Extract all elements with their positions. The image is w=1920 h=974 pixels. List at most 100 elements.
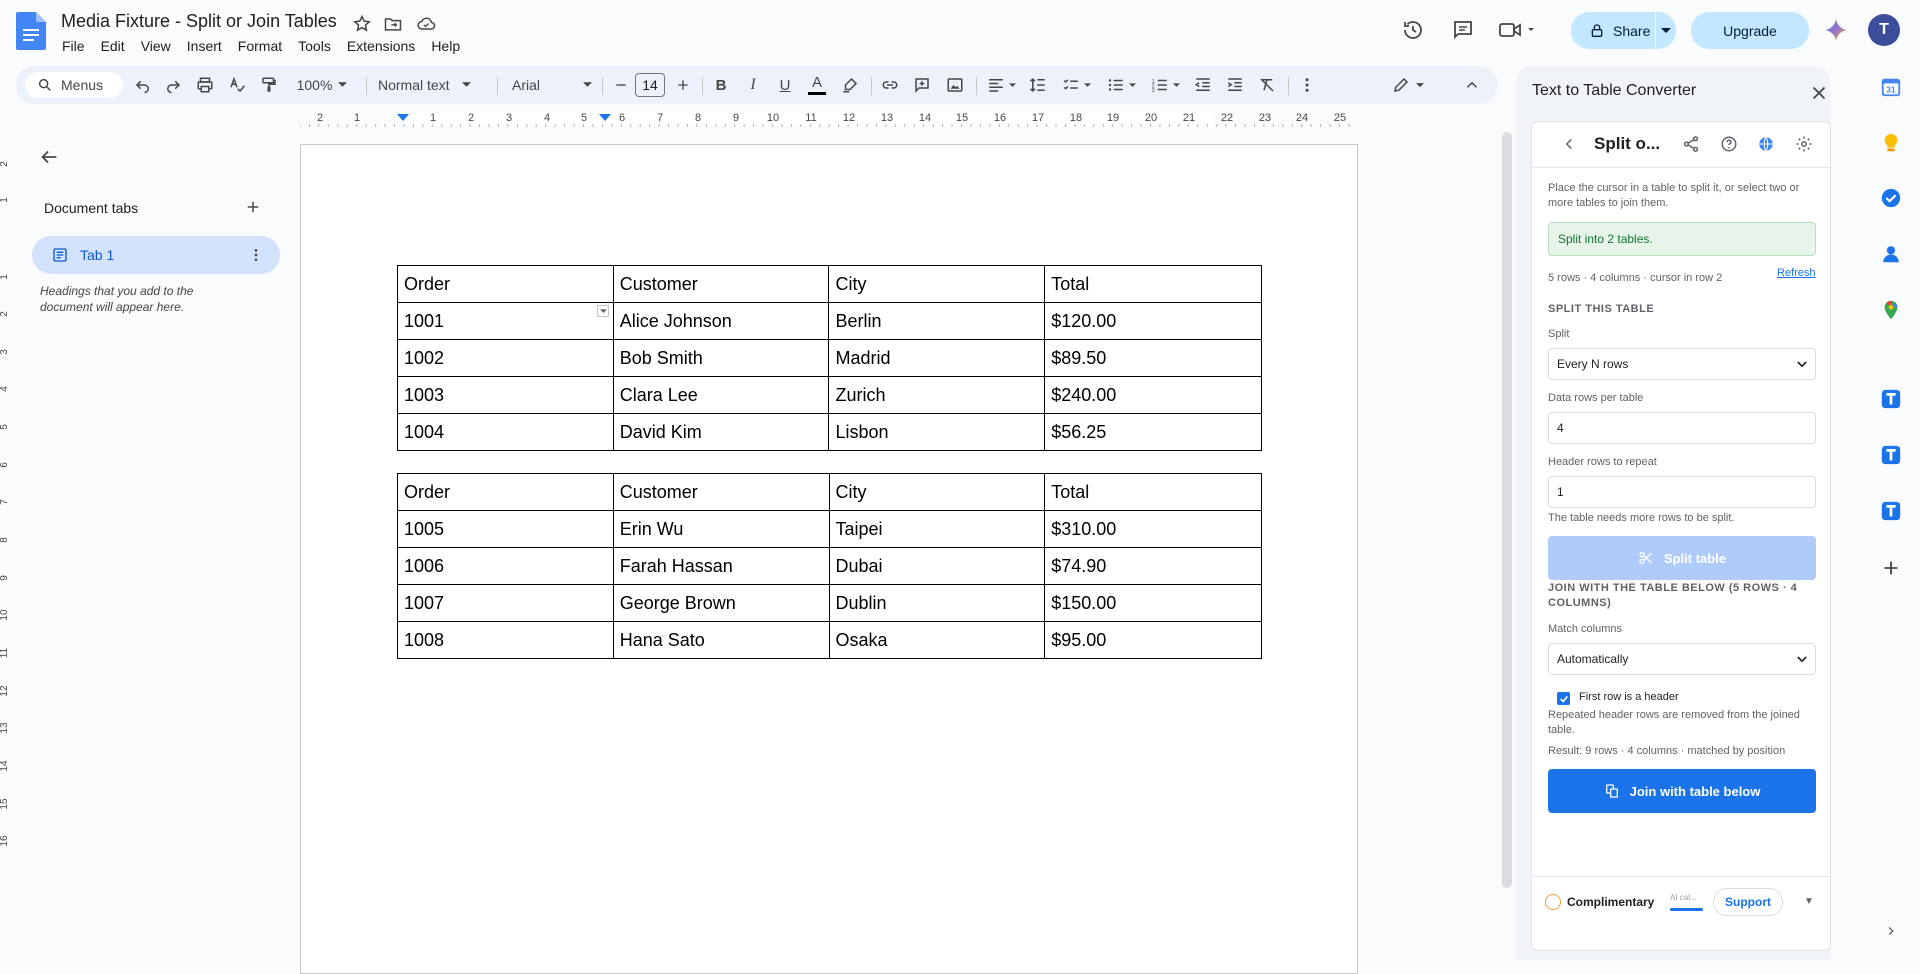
decrease-font-size-icon[interactable] [612, 74, 630, 96]
cell-dropdown-icon[interactable] [597, 305, 609, 317]
undo-icon[interactable] [132, 74, 154, 96]
table-cell[interactable]: $150.00 [1044, 584, 1262, 622]
hide-menus-chevron-icon[interactable] [1462, 74, 1482, 96]
get-addons-plus-icon[interactable] [1880, 557, 1902, 579]
menu-help[interactable]: Help [423, 36, 468, 56]
paint-format-icon[interactable] [258, 74, 280, 96]
table-cell[interactable]: Dubai [828, 547, 1046, 585]
share-main-button[interactable]: Share [1571, 12, 1656, 49]
document-scrollbar[interactable] [1502, 132, 1512, 888]
table-cell[interactable]: $240.00 [1044, 376, 1262, 414]
decrease-indent-icon[interactable] [1192, 74, 1214, 96]
table-cell[interactable]: $310.00 [1044, 510, 1262, 548]
table-cell[interactable]: Alice Johnson [612, 302, 830, 340]
line-spacing-icon[interactable] [1027, 74, 1049, 96]
search-menus-input[interactable]: Menus [25, 72, 123, 98]
table-cell[interactable]: $56.25 [1044, 413, 1262, 451]
close-icon[interactable] [1808, 82, 1830, 104]
add-comment-icon[interactable] [911, 74, 933, 96]
table-cell[interactable]: Order [397, 265, 614, 303]
table-cell[interactable]: $95.00 [1044, 621, 1262, 659]
data-table-2[interactable]: Order Customer City Total 1005 Erin Wu Taipei $… [397, 473, 1262, 659]
tab-item-tab-1[interactable]: Tab 1 [32, 236, 280, 274]
calendar-icon[interactable]: 31 [1880, 76, 1902, 98]
share-icon[interactable] [1682, 135, 1702, 155]
table-cell[interactable]: Taipei [828, 510, 1046, 548]
table-addon-icon-2[interactable] [1880, 444, 1902, 466]
align-icon[interactable] [984, 74, 1018, 96]
table-cell[interactable]: Dublin [828, 584, 1046, 622]
underline-icon[interactable]: U [774, 74, 796, 96]
menu-view[interactable]: View [133, 36, 179, 56]
table-cell[interactable]: 1008 [397, 621, 614, 659]
increase-indent-icon[interactable] [1224, 74, 1246, 96]
document-title[interactable]: Media Fixture - Split or Join Tables [61, 11, 337, 32]
first-row-header-label[interactable]: First row is a header [1579, 691, 1679, 703]
table-cell[interactable]: Madrid [828, 339, 1046, 377]
paragraph-style-select[interactable]: Normal text [378, 74, 486, 96]
table-cell[interactable]: Hana Sato [612, 621, 830, 659]
gemini-icon[interactable] [1823, 17, 1849, 43]
menu-extensions[interactable]: Extensions [339, 36, 423, 56]
meet-icon[interactable] [1498, 18, 1538, 42]
star-icon[interactable] [352, 14, 372, 34]
font-select[interactable]: Arial [512, 74, 592, 96]
comments-icon[interactable] [1451, 18, 1475, 42]
globe-icon[interactable] [1757, 135, 1777, 155]
table-cell[interactable]: Berlin [828, 302, 1046, 340]
table-addon-icon-3[interactable] [1880, 500, 1902, 522]
share-button[interactable]: Share [1571, 12, 1676, 49]
table-addon-icon-1[interactable] [1880, 388, 1902, 410]
font-size-input[interactable]: 14 [635, 73, 665, 97]
table-cell[interactable]: David Kim [612, 413, 830, 451]
match-columns-select[interactable]: Automatically [1548, 643, 1816, 675]
contacts-icon[interactable] [1880, 243, 1902, 265]
table-cell[interactable]: $74.90 [1044, 547, 1262, 585]
more-options-icon[interactable] [1297, 74, 1317, 96]
help-icon[interactable] [1720, 135, 1740, 155]
table-cell[interactable]: Customer [612, 473, 830, 511]
table-cell[interactable]: Osaka [828, 621, 1046, 659]
checklist-icon[interactable] [1059, 74, 1093, 96]
support-button[interactable]: Support [1713, 888, 1783, 916]
share-dropdown-icon[interactable] [1656, 27, 1676, 34]
join-table-button[interactable]: Join with table below [1548, 769, 1816, 813]
menu-edit[interactable]: Edit [93, 36, 133, 56]
table-cell[interactable]: 1001 [397, 302, 614, 340]
maps-icon[interactable] [1880, 299, 1902, 321]
table-cell[interactable]: Total [1044, 473, 1262, 511]
table-cell[interactable]: Clara Lee [612, 376, 830, 414]
refresh-link[interactable]: Refresh [1777, 267, 1816, 279]
table-cell[interactable]: Zurich [828, 376, 1046, 414]
numbered-list-icon[interactable]: 123 [1148, 74, 1182, 96]
table-cell[interactable]: 1002 [397, 339, 614, 377]
tab-more-icon[interactable] [248, 247, 264, 263]
spellcheck-icon[interactable] [226, 74, 248, 96]
table-cell[interactable]: 1007 [397, 584, 614, 622]
table-cell[interactable]: City [828, 265, 1046, 303]
header-rows-input[interactable]: 1 [1548, 476, 1816, 508]
avatar[interactable]: T [1868, 14, 1900, 46]
table-cell[interactable]: 1003 [397, 376, 614, 414]
table-cell[interactable]: $89.50 [1044, 339, 1262, 377]
table-cell[interactable]: Lisbon [828, 413, 1046, 451]
docs-logo[interactable] [16, 12, 46, 50]
table-cell[interactable]: 1006 [397, 547, 614, 585]
table-cell[interactable]: George Brown [612, 584, 830, 622]
split-mode-select[interactable]: Every N rows [1548, 348, 1816, 380]
menu-format[interactable]: Format [230, 36, 290, 56]
add-tab-icon[interactable] [244, 198, 264, 218]
menu-insert[interactable]: Insert [179, 36, 230, 56]
table-cell[interactable]: Bob Smith [612, 339, 830, 377]
table-cell[interactable]: City [828, 473, 1046, 511]
tasks-icon[interactable] [1880, 187, 1902, 209]
insert-image-icon[interactable] [944, 74, 966, 96]
bold-icon[interactable]: B [710, 74, 732, 96]
data-table-1[interactable]: Order Customer City Total 1001 Alice Johnson B… [397, 265, 1262, 451]
increase-font-size-icon[interactable] [674, 74, 692, 96]
table-cell[interactable]: Farah Hassan [612, 547, 830, 585]
editing-mode-icon[interactable] [1388, 74, 1428, 96]
rows-per-table-input[interactable]: 4 [1548, 412, 1816, 444]
menu-file[interactable]: File [54, 36, 93, 56]
split-table-button[interactable]: Split table [1548, 536, 1816, 580]
